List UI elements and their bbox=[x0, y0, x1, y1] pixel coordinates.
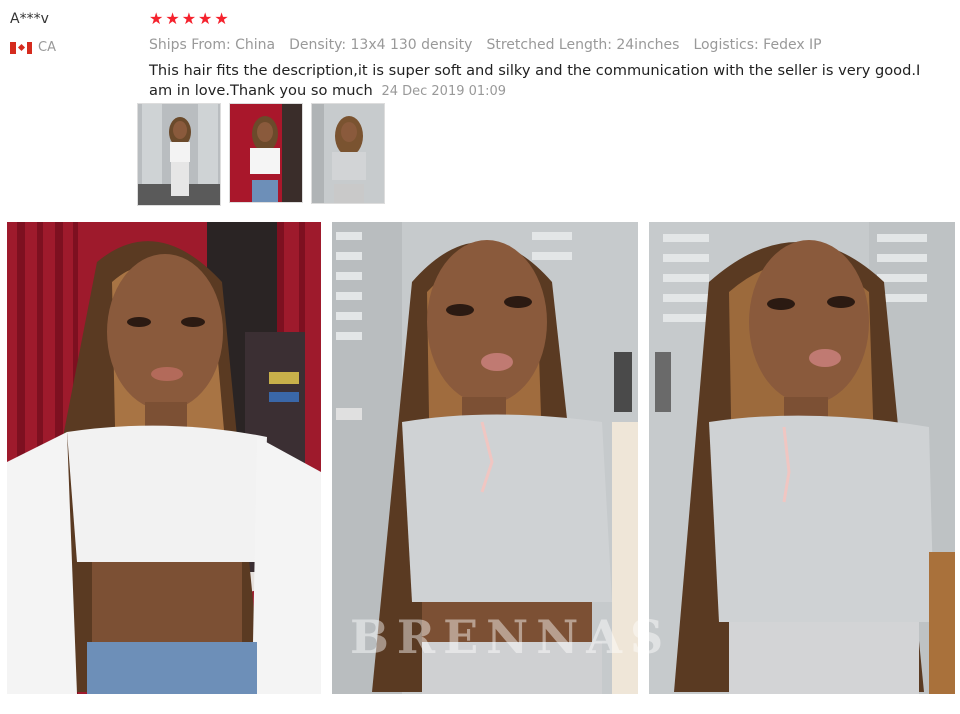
review-content: ★ ★ ★ ★ ★ Ships From: China Density: 13x4 130… bbox=[149, 10, 949, 102]
order-attribute: Logistics: Fedex IP bbox=[693, 37, 822, 53]
reviewer-country: CA bbox=[10, 40, 130, 55]
order-attribute: Ships From: China bbox=[149, 37, 276, 53]
review-thumbnail-3[interactable] bbox=[311, 103, 385, 204]
star-icon: ★ bbox=[214, 9, 229, 28]
review-thumbnail-2[interactable] bbox=[229, 103, 303, 203]
review-date: 24 Dec 2019 01:09 bbox=[381, 84, 507, 99]
canada-flag-icon bbox=[10, 41, 32, 54]
star-icon: ★ bbox=[198, 9, 213, 28]
review-text-block: This hair fits the description,it is sup… bbox=[149, 61, 939, 102]
order-attribute: Stretched Length: 24inches bbox=[486, 37, 680, 53]
reviewer-name: A***v bbox=[10, 11, 49, 27]
reviewer-info: A***v CA bbox=[10, 10, 130, 55]
review-body: This hair fits the description,it is sup… bbox=[149, 62, 921, 99]
order-attribute: Density: 13x4 130 density bbox=[289, 37, 473, 53]
review-thumbnail-1[interactable] bbox=[137, 103, 221, 206]
review-photo-1[interactable] bbox=[7, 222, 321, 694]
watermark: BRENNAS bbox=[350, 610, 672, 664]
country-code: CA bbox=[38, 40, 56, 55]
star-icon: ★ bbox=[165, 9, 180, 28]
star-icon: ★ bbox=[181, 9, 197, 28]
order-attributes: Ships From: China Density: 13x4 130 densi… bbox=[149, 37, 949, 53]
star-rating: ★ ★ ★ ★ ★ bbox=[149, 10, 949, 28]
review-photo-3[interactable] bbox=[649, 222, 955, 694]
review-thumbnails bbox=[137, 103, 385, 206]
star-icon: ★ bbox=[149, 9, 164, 28]
